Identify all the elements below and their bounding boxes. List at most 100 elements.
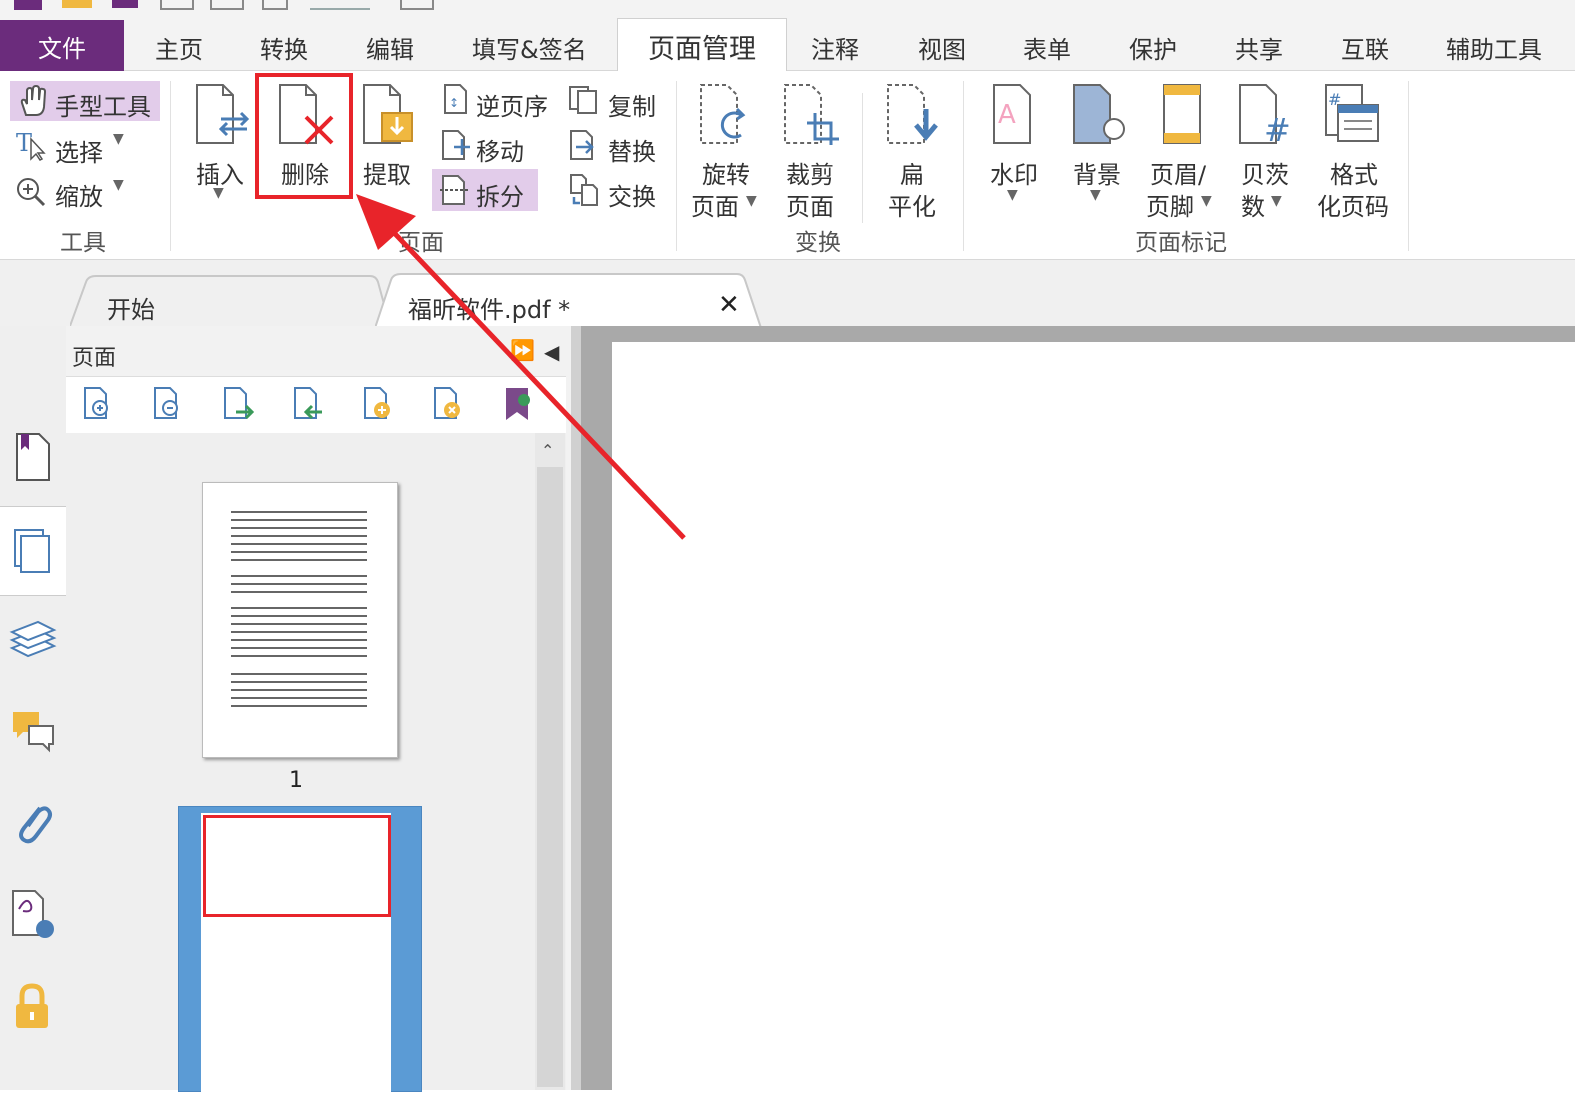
watermark-dropdown-icon[interactable]: ▼ [1007, 187, 1018, 203]
quick-icon[interactable] [210, 0, 244, 10]
crop-label-line2[interactable]: 页面 [786, 187, 834, 222]
page-number-1: 1 [289, 768, 303, 793]
signatures-nav-button[interactable] [0, 880, 66, 950]
rotate-label-line1[interactable]: 旋转 [702, 155, 750, 190]
print-icon[interactable] [160, 0, 194, 10]
rotate-right-thumbnail-icon[interactable] [292, 386, 326, 424]
title-strip [0, 0, 1575, 12]
extract-page-icon [363, 84, 413, 144]
format-page-number-label-line1[interactable]: 格式 [1330, 155, 1378, 190]
zoom-dropdown-icon[interactable]: ▼ [113, 177, 124, 193]
tab-view[interactable]: 视图 [918, 30, 966, 65]
header-footer-label-line1[interactable]: 页眉/ [1150, 155, 1206, 190]
background-icon [1073, 84, 1125, 144]
header-footer-label-line2[interactable]: 页脚 [1146, 187, 1194, 222]
tab-protect[interactable]: 保护 [1129, 30, 1177, 65]
close-tab-icon[interactable]: ✕ [718, 290, 740, 320]
pages-icon [14, 529, 50, 573]
app-logo [14, 0, 42, 10]
tab-page-management[interactable]: 页面管理 [617, 18, 787, 73]
thumbnail-text-block [231, 607, 367, 659]
copy-page-icon [569, 86, 597, 114]
bates-dropdown-icon[interactable]: ▼ [1271, 193, 1282, 209]
comments-nav-button[interactable] [0, 696, 66, 766]
header-footer-icon [1163, 84, 1201, 144]
zoom-label[interactable]: 缩放 [55, 177, 103, 212]
separator [1408, 81, 1409, 251]
watermark-label[interactable]: 水印 [990, 155, 1038, 190]
separator [862, 93, 863, 223]
svg-text:↕: ↕ [449, 96, 459, 110]
crop-label-line1[interactable]: 裁剪 [786, 155, 834, 190]
zoom-icon [17, 178, 46, 207]
signature-icon [12, 890, 54, 938]
page-thumbnail-2-selected[interactable] [178, 806, 422, 1093]
replace-label[interactable]: 替换 [608, 132, 656, 167]
ribbon-tab-bar: 文件 主页 转换 编辑 填写&签名 页面管理 注释 视图 表单 保护 共享 互联… [0, 12, 1575, 73]
tab-fill-sign[interactable]: 填写&签名 [472, 30, 587, 65]
replace-page-icon [570, 130, 594, 160]
security-nav-button[interactable] [0, 972, 66, 1042]
tab-share[interactable]: 共享 [1235, 30, 1283, 65]
tab-accessibility[interactable]: 辅助工具 [1446, 30, 1542, 65]
panel-title: 页面 [72, 346, 117, 371]
tab-home[interactable]: 主页 [155, 30, 203, 65]
reverse-order-icon: ↕ [444, 84, 467, 114]
hand-tool-label: 手型工具 [55, 93, 151, 121]
move-label[interactable]: 移动 [476, 132, 524, 167]
zoom-out-thumbnail-icon[interactable] [152, 386, 186, 424]
rotate-left-thumbnail-icon[interactable] [222, 386, 256, 424]
bookmark-nav-button[interactable] [0, 422, 66, 492]
open-icon[interactable] [62, 0, 92, 8]
lock-icon [16, 983, 48, 1028]
select-label[interactable]: 选择 [55, 133, 103, 168]
background-dropdown-icon[interactable]: ▼ [1090, 187, 1101, 203]
move-page-icon [442, 130, 470, 160]
insert-dropdown-icon[interactable]: ▼ [213, 185, 224, 201]
page-marks-group-label: 页面标记 [1135, 230, 1227, 256]
bates-label-line2[interactable]: 数 [1241, 187, 1265, 222]
new-icon[interactable] [262, 0, 288, 10]
cursor-icon[interactable] [400, 0, 434, 10]
tab-edit[interactable]: 编辑 [366, 30, 414, 65]
tab-convert[interactable]: 转换 [260, 30, 308, 65]
flatten-label-line2[interactable]: 平化 [888, 187, 936, 222]
tab-form[interactable]: 表单 [1023, 30, 1071, 65]
tab-file[interactable]: 文件 [0, 20, 124, 72]
format-page-number-icon: # [1325, 84, 1379, 142]
layers-icon [9, 620, 57, 658]
tools-group-label: 工具 [60, 230, 106, 256]
bates-number-icon: # [1239, 84, 1291, 149]
layers-nav-button[interactable] [0, 606, 66, 676]
select-dropdown-icon[interactable]: ▼ [113, 131, 124, 147]
undo-icon[interactable] [310, 0, 370, 10]
separator [170, 81, 171, 251]
separator [963, 81, 964, 251]
header-footer-dropdown-icon[interactable]: ▼ [1201, 193, 1212, 209]
select-text-icon: T [16, 129, 46, 161]
save-icon[interactable] [112, 0, 138, 8]
background-label[interactable]: 背景 [1073, 155, 1121, 190]
bookmark-icon [16, 433, 50, 481]
thumbnail-text-block [231, 673, 367, 709]
reverse-label[interactable]: 逆页序 [476, 87, 548, 122]
bates-label-line1[interactable]: 贝茨 [1241, 155, 1289, 190]
scrollbar-thumb[interactable] [537, 467, 563, 1087]
flatten-label-line1[interactable]: 扁 [900, 155, 924, 190]
format-page-number-label-line2[interactable]: 化页码 [1317, 187, 1389, 222]
tab-start-label[interactable]: 开始 [107, 290, 155, 325]
svg-text:#: # [1264, 111, 1291, 149]
copy-label[interactable]: 复制 [608, 87, 656, 122]
rotate-page-icon [700, 84, 746, 144]
rotate-dropdown-icon[interactable]: ▼ [746, 193, 757, 209]
extract-label[interactable]: 提取 [363, 155, 411, 190]
tab-comment[interactable]: 注释 [811, 30, 859, 65]
document-tab-bar: 开始 福昕软件.pdf * ✕ [0, 260, 1575, 328]
annotation-arrow [356, 194, 686, 540]
svg-text:T: T [16, 129, 32, 157]
zoom-in-thumbnail-icon[interactable] [82, 386, 116, 424]
pages-nav-button[interactable] [0, 506, 66, 596]
tab-connect[interactable]: 互联 [1341, 30, 1389, 65]
document-page[interactable] [612, 342, 1575, 1090]
attachments-nav-button[interactable] [0, 788, 66, 858]
